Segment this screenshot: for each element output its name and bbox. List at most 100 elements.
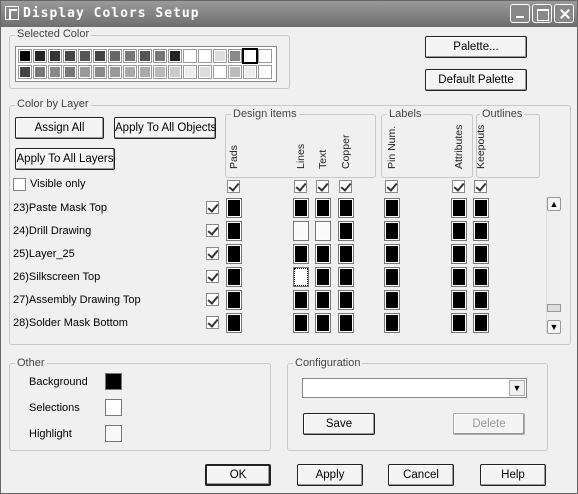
palette-swatch[interactable] <box>48 65 62 79</box>
palette-swatch[interactable] <box>48 49 62 63</box>
palette-swatch[interactable] <box>258 65 272 79</box>
layer-visible-checkbox[interactable] <box>206 247 219 260</box>
layer-color-cell[interactable] <box>384 221 400 241</box>
palette-swatch[interactable] <box>228 65 242 79</box>
layer-color-cell[interactable] <box>293 198 309 218</box>
layer-color-cell[interactable] <box>226 290 242 310</box>
layer-color-cell[interactable] <box>451 290 467 310</box>
palette-swatch[interactable] <box>183 65 197 79</box>
layer-color-cell[interactable] <box>451 244 467 264</box>
layer-visible-checkbox[interactable] <box>206 201 219 214</box>
layer-color-cell[interactable] <box>338 313 354 333</box>
layer-scrollbar[interactable]: ▲ ▼ <box>546 197 561 334</box>
layer-color-cell[interactable] <box>473 244 489 264</box>
palette-swatch[interactable] <box>258 49 272 63</box>
column-visible-checkbox[interactable] <box>339 180 352 193</box>
layer-visible-checkbox[interactable] <box>206 293 219 306</box>
highlight-color-swatch[interactable] <box>105 425 122 442</box>
layer-name[interactable]: 25)Layer_25 <box>13 245 75 263</box>
palette-swatch[interactable] <box>78 65 92 79</box>
palette-swatch[interactable] <box>153 49 167 63</box>
configuration-select[interactable]: ▼ <box>302 378 527 398</box>
palette-swatch[interactable] <box>168 65 182 79</box>
palette-swatch[interactable] <box>183 49 197 63</box>
column-visible-checkbox[interactable] <box>474 180 487 193</box>
layer-name[interactable]: 28)Solder Mask Bottom <box>13 314 128 332</box>
layer-color-cell[interactable] <box>226 221 242 241</box>
palette-swatch[interactable] <box>123 49 137 63</box>
layer-color-cell[interactable] <box>384 244 400 264</box>
palette-swatch[interactable] <box>153 65 167 79</box>
background-color-swatch[interactable] <box>105 373 122 390</box>
layer-visible-checkbox[interactable] <box>206 270 219 283</box>
palette-swatch[interactable] <box>18 65 32 79</box>
layer-color-cell[interactable] <box>315 267 331 287</box>
palette-swatch[interactable] <box>33 65 47 79</box>
layer-color-cell[interactable] <box>473 221 489 241</box>
column-visible-checkbox[interactable] <box>316 180 329 193</box>
layer-color-cell[interactable] <box>293 221 309 241</box>
apply-to-all-objects-button[interactable]: Apply To All Objects <box>114 117 216 139</box>
layer-color-cell[interactable] <box>384 290 400 310</box>
layer-color-cell[interactable] <box>451 313 467 333</box>
layer-color-cell[interactable] <box>338 244 354 264</box>
layer-name[interactable]: 27)Assembly Drawing Top <box>13 291 141 309</box>
layer-color-cell[interactable] <box>293 313 309 333</box>
layer-color-cell[interactable] <box>315 244 331 264</box>
palette-swatch[interactable] <box>198 65 212 79</box>
selections-color-swatch[interactable] <box>105 399 122 416</box>
layer-color-cell[interactable] <box>451 221 467 241</box>
palette-swatch[interactable] <box>78 49 92 63</box>
scroll-up-icon[interactable]: ▲ <box>547 197 561 211</box>
palette-swatch[interactable] <box>213 49 227 63</box>
palette-swatch[interactable] <box>33 49 47 63</box>
layer-color-cell[interactable] <box>315 313 331 333</box>
delete-button[interactable]: Delete <box>453 413 525 435</box>
apply-button[interactable]: Apply <box>297 464 363 486</box>
layer-color-cell[interactable] <box>338 267 354 287</box>
layer-name[interactable]: 24)Drill Drawing <box>13 222 91 240</box>
layer-color-cell[interactable] <box>293 290 309 310</box>
chevron-down-icon[interactable]: ▼ <box>509 380 525 396</box>
scroll-down-icon[interactable]: ▼ <box>547 320 561 334</box>
layer-color-cell[interactable] <box>226 267 242 287</box>
palette-swatch[interactable] <box>123 65 137 79</box>
layer-color-cell[interactable] <box>315 221 331 241</box>
layer-color-cell[interactable] <box>473 267 489 287</box>
layer-color-cell[interactable] <box>384 267 400 287</box>
layer-color-cell[interactable] <box>315 290 331 310</box>
palette-swatch[interactable] <box>93 49 107 63</box>
cancel-button[interactable]: Cancel <box>388 464 454 486</box>
palette-swatch[interactable] <box>198 49 212 63</box>
layer-color-cell[interactable] <box>473 313 489 333</box>
layer-color-cell[interactable] <box>226 313 242 333</box>
column-visible-checkbox[interactable] <box>227 180 240 193</box>
layer-color-cell[interactable] <box>451 198 467 218</box>
minimize-button[interactable] <box>510 4 530 23</box>
layer-color-cell[interactable] <box>451 267 467 287</box>
visible-only-checkbox[interactable] <box>13 178 26 191</box>
palette-swatch[interactable] <box>168 49 182 63</box>
layer-color-cell[interactable] <box>226 198 242 218</box>
save-button[interactable]: Save <box>303 413 375 435</box>
layer-visible-checkbox[interactable] <box>206 224 219 237</box>
layer-color-cell[interactable] <box>473 198 489 218</box>
close-button[interactable] <box>554 4 574 23</box>
assign-all-button[interactable]: Assign All <box>15 117 104 139</box>
palette-swatch[interactable] <box>138 65 152 79</box>
palette-button[interactable]: Palette... <box>425 36 527 58</box>
column-visible-checkbox[interactable] <box>452 180 465 193</box>
palette-swatch[interactable] <box>63 65 77 79</box>
palette-swatch[interactable] <box>108 65 122 79</box>
scroll-thumb[interactable] <box>547 304 561 312</box>
palette-swatch[interactable] <box>93 65 107 79</box>
layer-color-cell[interactable] <box>338 221 354 241</box>
layer-color-cell[interactable] <box>293 244 309 264</box>
palette-swatch[interactable] <box>243 65 257 79</box>
palette-swatch[interactable] <box>108 49 122 63</box>
column-visible-checkbox[interactable] <box>294 180 307 193</box>
palette-swatch[interactable] <box>18 49 32 63</box>
column-visible-checkbox[interactable] <box>385 180 398 193</box>
palette-swatch[interactable] <box>138 49 152 63</box>
layer-color-cell[interactable] <box>226 244 242 264</box>
